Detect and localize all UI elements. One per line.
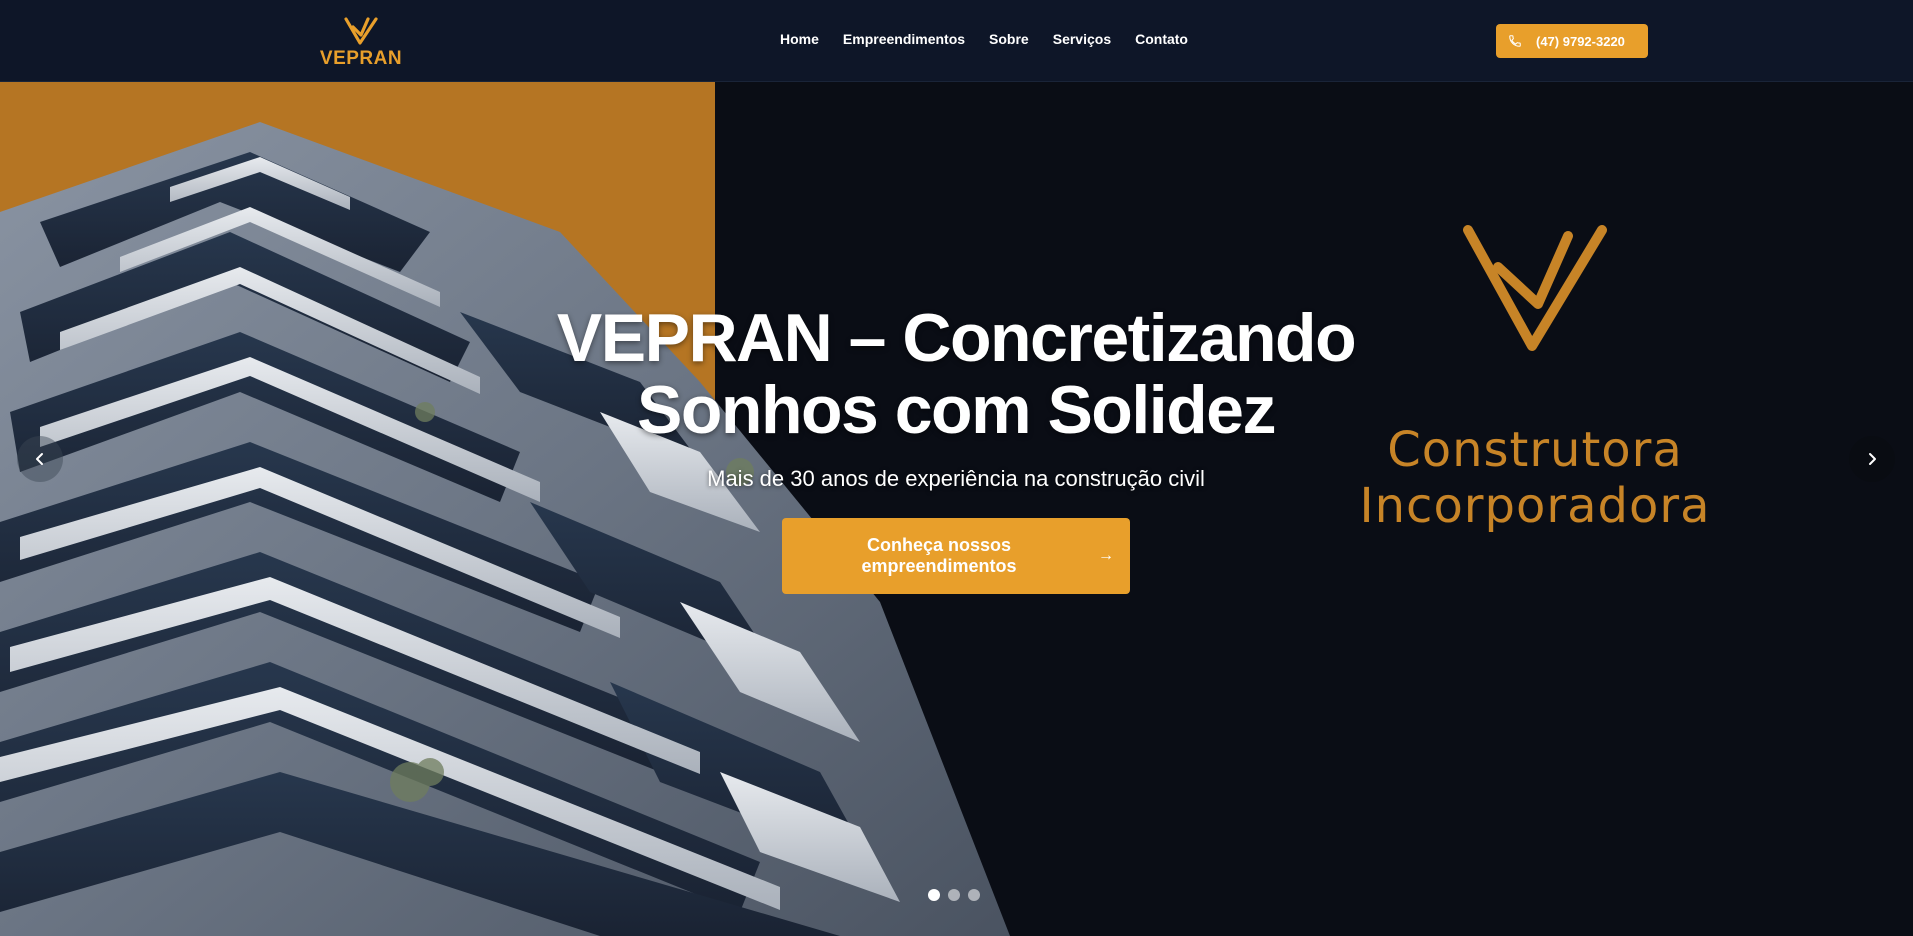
- chevron-right-icon: [1869, 453, 1876, 465]
- hero-title: VEPRAN – Concretizando Sonhos com Solide…: [456, 302, 1456, 446]
- vepran-large-logo-icon: [1463, 225, 1607, 351]
- nav-servicos[interactable]: Serviços: [1053, 31, 1111, 47]
- phone-icon: [1509, 35, 1521, 47]
- nav-sobre[interactable]: Sobre: [989, 31, 1029, 47]
- vepran-logo[interactable]: VEPRAN: [318, 16, 404, 74]
- carousel-dots: [928, 889, 980, 901]
- nav-empreendimentos[interactable]: Empreendimentos: [843, 31, 965, 47]
- nav-contato[interactable]: Contato: [1135, 31, 1188, 47]
- phone-number: (47) 9792-3220: [1536, 33, 1625, 49]
- carousel-dot-3[interactable]: [968, 889, 980, 901]
- vepran-logo-mark-icon: [344, 17, 378, 45]
- logo-text: VEPRAN: [319, 48, 403, 69]
- arrow-right-icon: →: [1098, 547, 1114, 564]
- chevron-left-icon: [36, 453, 43, 465]
- site-header: VEPRAN Home Empreendimentos Sobre Serviç…: [0, 0, 1913, 82]
- hero-title-line2: Sonhos com Solidez: [637, 372, 1276, 448]
- carousel-next-button[interactable]: [1849, 436, 1895, 482]
- main-nav: Home Empreendimentos Sobre Serviços Cont…: [780, 31, 1212, 47]
- carousel-dot-2[interactable]: [948, 889, 960, 901]
- cta-button[interactable]: Conheça nossos empreendimentos →: [782, 518, 1130, 594]
- hero-content: VEPRAN – Concretizando Sonhos com Solide…: [456, 302, 1456, 594]
- hero-subtitle: Mais de 30 anos de experiência na constr…: [707, 466, 1205, 491]
- hero-carousel: Construtora Incorporadora VEPRAN – Concr…: [0, 82, 1913, 936]
- cta-label: Conheça nossos empreendimentos: [861, 535, 1017, 576]
- phone-button[interactable]: (47) 9792-3220: [1496, 24, 1648, 58]
- nav-home[interactable]: Home: [780, 31, 819, 47]
- carousel-prev-button[interactable]: [17, 436, 63, 482]
- hero-title-line1: VEPRAN – Concretizando: [556, 300, 1357, 376]
- carousel-dot-1[interactable]: [928, 889, 940, 901]
